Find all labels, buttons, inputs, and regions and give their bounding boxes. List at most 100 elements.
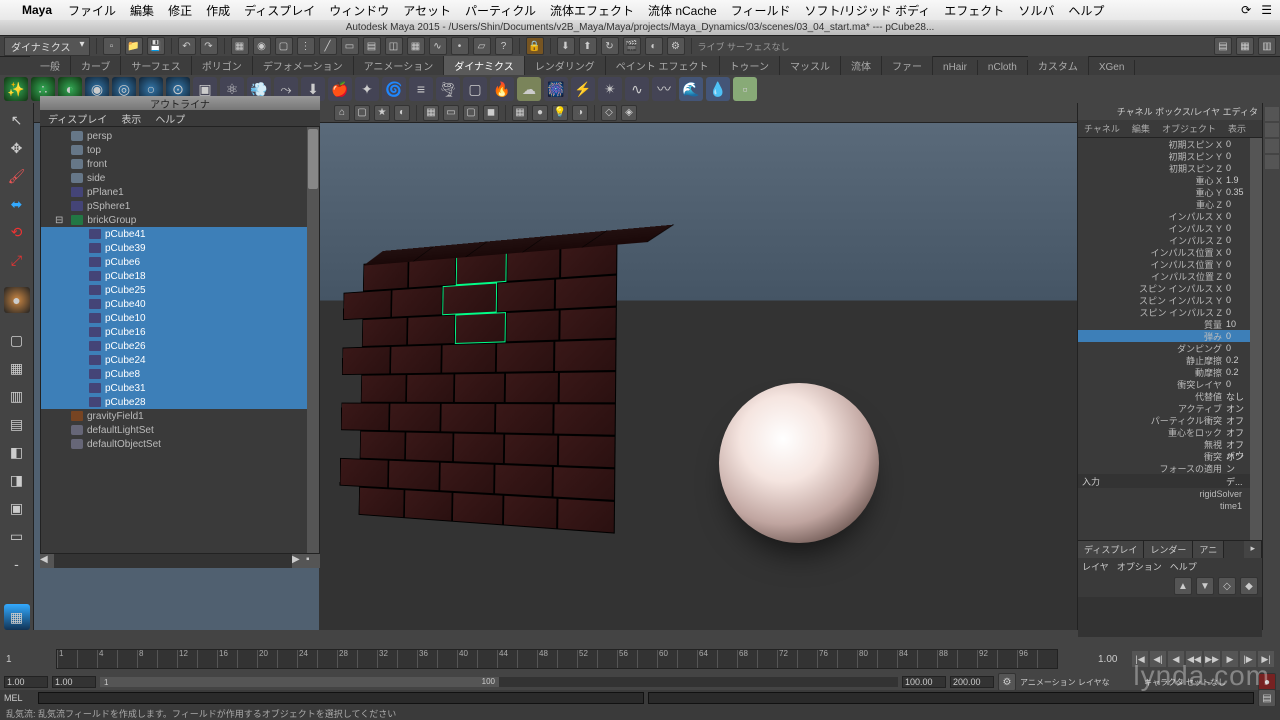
snap-plane-icon[interactable]: ▱ xyxy=(473,37,491,55)
single-pane-icon[interactable]: ▢ xyxy=(4,327,30,353)
spotlight-icon[interactable]: ☰ xyxy=(1261,3,1272,17)
vp-resolution-gate-icon[interactable]: ▢ xyxy=(463,105,479,121)
last-tool-icon[interactable]: ● xyxy=(4,287,30,313)
vp-camera-icon[interactable]: ⌂ xyxy=(334,105,350,121)
render-settings-icon[interactable]: ⚙ xyxy=(667,37,685,55)
menu-fluid-effects[interactable]: 流体エフェクト xyxy=(550,2,634,19)
outliner-body[interactable]: persptopfrontsidepPlane1pSphere1⊟brickGr… xyxy=(40,126,320,554)
shelf-dynamics-curve-flow-icon[interactable]: ∿ xyxy=(625,77,649,101)
cb-attr-14[interactable]: スピン インパルス Z0 xyxy=(1078,306,1262,318)
vp-xray-icon[interactable]: ◈ xyxy=(621,105,637,121)
hscroll-left-icon[interactable]: ◀ xyxy=(40,554,54,568)
cb-attr-7[interactable]: インパルス Y0 xyxy=(1078,222,1262,234)
two-pane-h-icon[interactable]: ▤ xyxy=(4,411,30,437)
undo-icon[interactable]: ↶ xyxy=(178,37,196,55)
quick-layout-icon[interactable]: ▦ xyxy=(4,604,30,630)
cb-attr-value[interactable]: 0.2 xyxy=(1226,355,1246,365)
shelf-tab-polygon[interactable]: ポリゴン xyxy=(192,56,253,75)
sel-multi-icon[interactable]: ◫ xyxy=(385,37,403,55)
cb-attr-value[interactable]: 1.9 xyxy=(1226,175,1246,185)
outliner-expander-icon[interactable]: ⊟ xyxy=(55,215,63,226)
range-track[interactable]: 1100 xyxy=(100,677,898,687)
menu-window[interactable]: ウィンドウ xyxy=(329,2,389,19)
custom-layout-icon[interactable]: - xyxy=(4,551,30,577)
vp-film-gate-icon[interactable]: ▭ xyxy=(443,105,459,121)
cb-attr-value[interactable]: 0 xyxy=(1226,211,1246,221)
anim-end-input[interactable] xyxy=(950,676,994,688)
cb-attr-value[interactable]: 0 xyxy=(1226,283,1246,293)
cb-attr-value[interactable]: 0 xyxy=(1226,163,1246,173)
outliner-item-defaultLightSet[interactable]: defaultLightSet xyxy=(41,423,319,437)
shelf-tab-animation[interactable]: アニメーション xyxy=(354,56,445,75)
anim-start-input[interactable] xyxy=(4,676,48,688)
shelf-dynamics-pond-icon[interactable]: 💧 xyxy=(706,77,730,101)
input-connections-icon[interactable]: ⬇ xyxy=(557,37,575,55)
cb-attr-15[interactable]: 質量10 xyxy=(1078,318,1262,330)
playback-prefs-icon[interactable]: ⚙ xyxy=(998,673,1016,691)
cb-attr-11[interactable]: インパルス位置 Z0 xyxy=(1078,270,1262,282)
cb-attr-value[interactable]: 0 xyxy=(1226,151,1246,161)
outliner-item-pCube18[interactable]: pCube18 xyxy=(41,269,319,283)
outliner-item-pCube39[interactable]: pCube39 xyxy=(41,241,319,255)
modeling-toolkit-icon[interactable] xyxy=(1265,155,1279,169)
shelf-tab-fur[interactable]: ファー xyxy=(882,56,933,75)
help-icon[interactable]: ? xyxy=(495,37,513,55)
shelf-dynamics-surface-flow-icon[interactable]: 〰 xyxy=(652,77,676,101)
cb-attr-6[interactable]: インパルス X0 xyxy=(1078,210,1262,222)
playback-end-input[interactable] xyxy=(902,676,946,688)
shelf-tab-rendering[interactable]: レンダリング xyxy=(525,56,606,75)
outliner-item-pCube25[interactable]: pCube25 xyxy=(41,283,319,297)
outliner-item-top[interactable]: top xyxy=(41,143,319,157)
outliner-item-persp[interactable]: persp xyxy=(41,129,319,143)
cb-attr-4[interactable]: 重心 Y0.35 xyxy=(1078,186,1262,198)
cmd-language-label[interactable]: MEL xyxy=(4,693,34,703)
outliner-item-pCube26[interactable]: pCube26 xyxy=(41,339,319,353)
outliner-item-pCube31[interactable]: pCube31 xyxy=(41,381,319,395)
outliner-menu-display[interactable]: ディスプレイ xyxy=(48,111,107,126)
shelf-tab-dynamics[interactable]: ダイナミクス xyxy=(444,56,525,75)
menu-help[interactable]: ヘルプ xyxy=(1068,2,1104,19)
menu-create[interactable]: 作成 xyxy=(206,2,230,19)
hypershade-layout-icon[interactable]: ▣ xyxy=(4,495,30,521)
cb-menu-object[interactable]: オブジェクト xyxy=(1156,120,1222,137)
cb-menu-edit[interactable]: 編集 xyxy=(1126,120,1156,137)
outliner-item-pCube16[interactable]: pCube16 xyxy=(41,325,319,339)
module-selector[interactable]: ダイナミクス xyxy=(4,37,90,56)
menu-solver[interactable]: ソルバ xyxy=(1018,2,1054,19)
cb-attr-value[interactable]: 0.2 xyxy=(1226,367,1246,377)
snap-point-icon[interactable]: • xyxy=(451,37,469,55)
cb-attr-value[interactable]: 0 xyxy=(1226,307,1246,317)
vp-bookmark-icon[interactable]: ★ xyxy=(374,105,390,121)
scrollbar-thumb[interactable] xyxy=(308,129,318,189)
layer-new-selected-icon[interactable]: ◆ xyxy=(1240,577,1258,595)
paint-select-tool-icon[interactable]: 🖌 xyxy=(4,163,30,189)
outliner-item-side[interactable]: side xyxy=(41,171,319,185)
snap-curve-icon[interactable]: ∿ xyxy=(429,37,447,55)
shelf-dynamics-newton-icon[interactable]: 🍎 xyxy=(328,77,352,101)
attr-editor-icon[interactable] xyxy=(1265,107,1279,121)
outliner-item-defaultObjectSet[interactable]: defaultObjectSet xyxy=(41,437,319,451)
script-layout-icon[interactable]: ▭ xyxy=(4,523,30,549)
sync-icon[interactable]: ⟳ xyxy=(1241,3,1251,17)
menu-effects[interactable]: エフェクト xyxy=(944,2,1004,19)
tool-settings-toggle-icon[interactable]: ▦ xyxy=(1236,37,1254,55)
vp-grid-icon[interactable]: ▦ xyxy=(423,105,439,121)
shelf-dynamics-ocean-icon[interactable]: 🌊 xyxy=(679,77,703,101)
cb-attr-21[interactable]: 代替値なし xyxy=(1078,390,1262,402)
sel-vertex-icon[interactable]: ⋮ xyxy=(297,37,315,55)
layer-move-up-icon[interactable]: ▲ xyxy=(1174,577,1192,595)
two-pane-v-icon[interactable]: ▥ xyxy=(4,383,30,409)
cb-menu-show[interactable]: 表示 xyxy=(1222,120,1252,137)
layer-move-down-icon[interactable]: ▼ xyxy=(1196,577,1214,595)
cb-node-rigidsolver[interactable]: rigidSolver xyxy=(1078,488,1262,500)
cb-attr-13[interactable]: スピン インパルス Y0 xyxy=(1078,294,1262,306)
cb-attr-value[interactable]: 0 xyxy=(1226,259,1246,269)
cb-attr-18[interactable]: 静止摩擦0.2 xyxy=(1078,354,1262,366)
cb-attr-value[interactable]: 0 xyxy=(1226,295,1246,305)
shelf-tab-surfaces[interactable]: サーフェス xyxy=(121,56,191,75)
scale-tool-icon[interactable]: ⤢ xyxy=(4,247,30,273)
maya-app-menu[interactable]: Maya xyxy=(22,3,52,17)
shelf-tab-fluids[interactable]: 流体 xyxy=(841,56,882,75)
hscroll-right-icon[interactable]: ▶ xyxy=(292,554,306,568)
menu-fluid-ncache[interactable]: 流体 nCache xyxy=(648,2,717,19)
